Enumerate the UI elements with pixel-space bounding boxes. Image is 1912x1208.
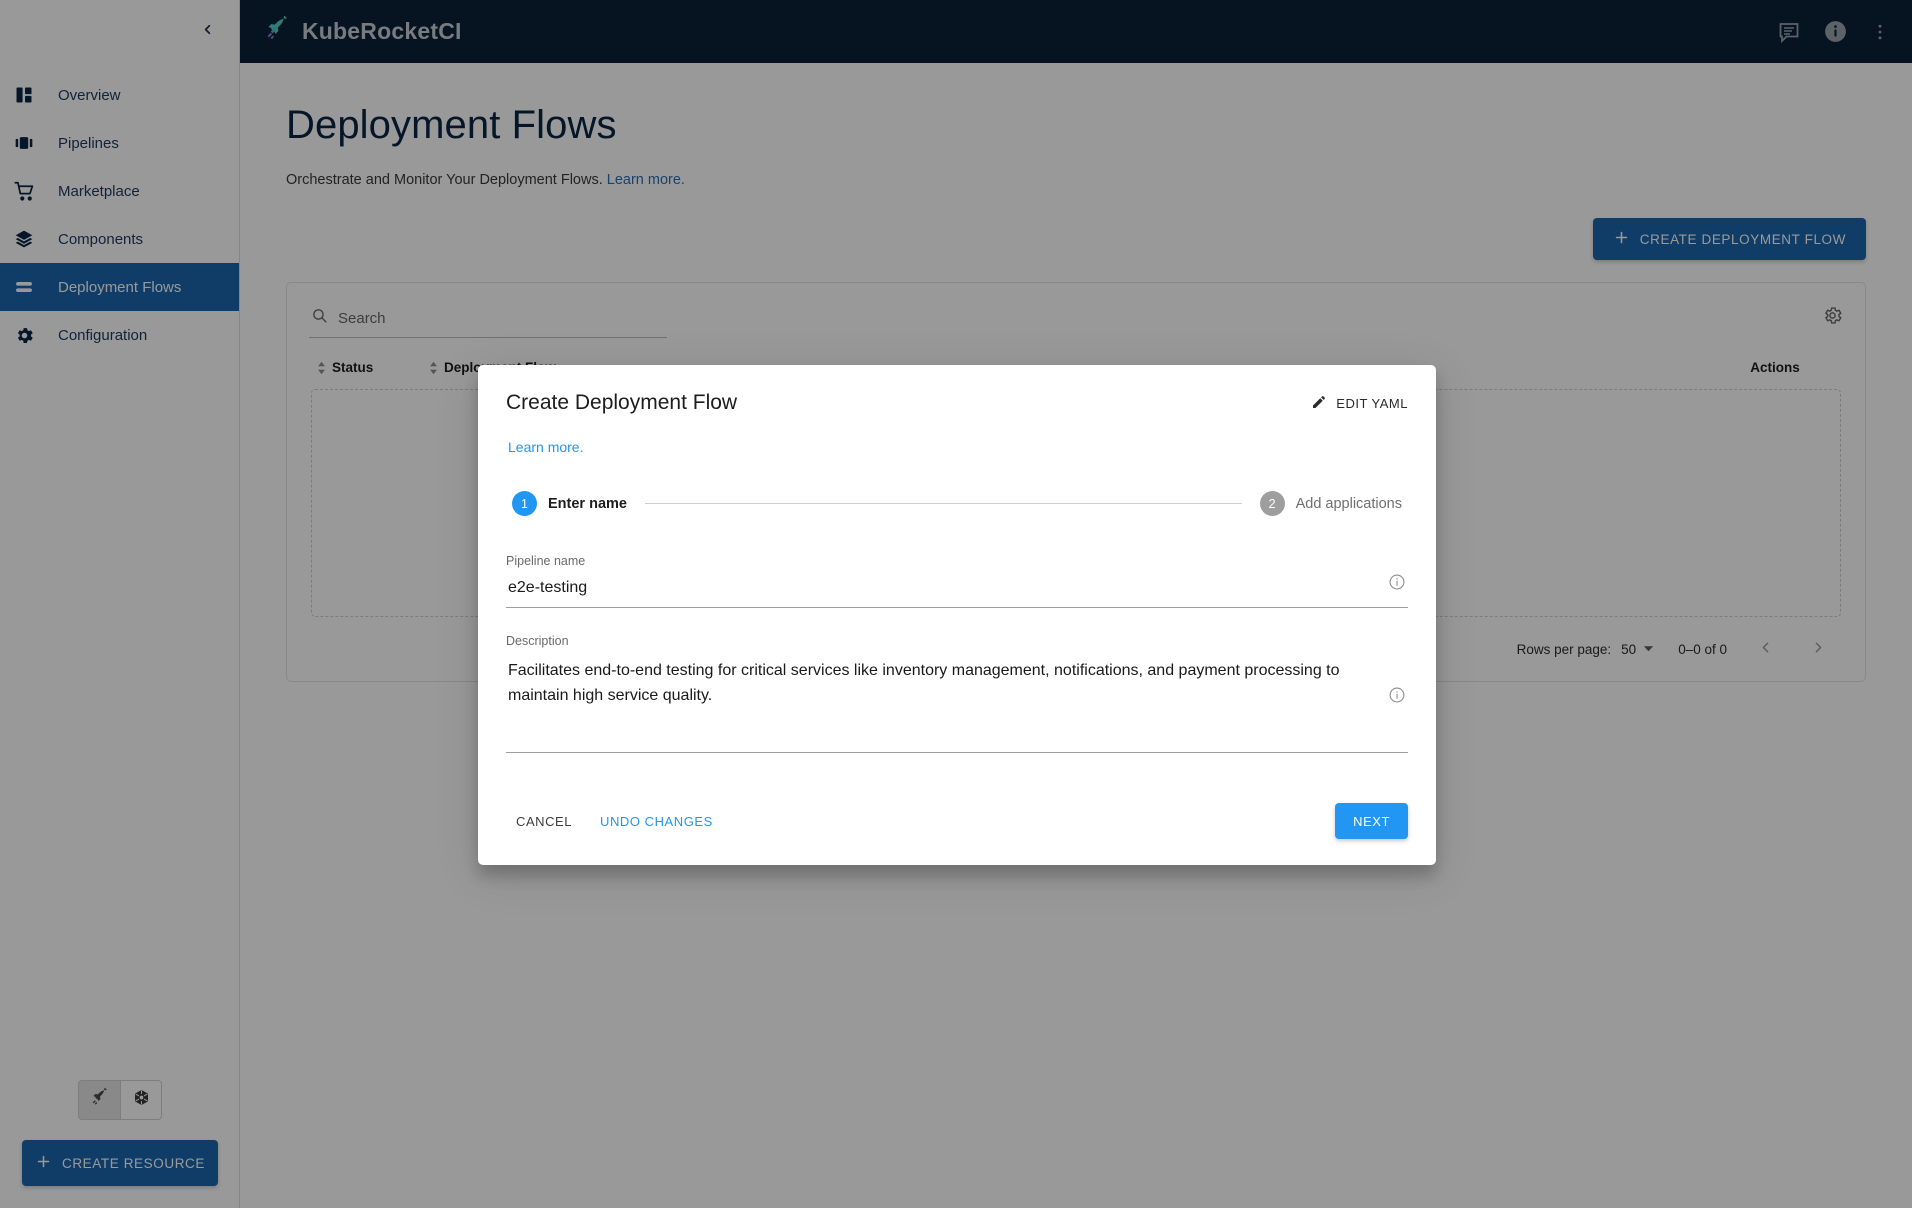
next-button[interactable]: NEXT bbox=[1335, 803, 1408, 839]
stepper-connector bbox=[644, 503, 1242, 504]
dialog-header: Create Deployment Flow EDIT YAML bbox=[478, 365, 1436, 425]
app-root: Overview Pipelines Marketplace Component… bbox=[0, 0, 1912, 1208]
dialog-stepper: 1 Enter name 2 Add applications bbox=[506, 491, 1408, 516]
step-number: 1 bbox=[512, 491, 537, 516]
edit-yaml-label: EDIT YAML bbox=[1336, 395, 1408, 411]
pipeline-name-input[interactable]: e2e-testing bbox=[506, 577, 1408, 608]
stepper-step-add-applications[interactable]: 2 Add applications bbox=[1259, 491, 1402, 516]
create-deployment-flow-dialog: Create Deployment Flow EDIT YAML Learn m… bbox=[478, 365, 1436, 865]
cancel-button[interactable]: CANCEL bbox=[506, 806, 582, 837]
step-label: Add applications bbox=[1295, 495, 1402, 512]
dialog-title: Create Deployment Flow bbox=[506, 391, 738, 414]
info-icon[interactable] bbox=[1388, 686, 1406, 709]
pipeline-name-field: Pipeline name e2e-testing bbox=[506, 554, 1408, 608]
info-icon[interactable] bbox=[1388, 573, 1406, 596]
dialog-learn-more-link[interactable]: Learn more. bbox=[508, 439, 583, 455]
dialog-footer: CANCEL UNDO CHANGES NEXT bbox=[478, 779, 1436, 865]
pencil-icon bbox=[1311, 394, 1327, 413]
dialog-body: Learn more. 1 Enter name 2 Add applicati… bbox=[478, 425, 1436, 753]
description-field: Description Facilitates end-to-end testi… bbox=[506, 634, 1408, 753]
dialog-learn-more: Learn more. bbox=[508, 439, 1408, 455]
step-label: Enter name bbox=[548, 495, 627, 512]
description-label: Description bbox=[506, 634, 569, 648]
pipeline-name-label: Pipeline name bbox=[506, 554, 586, 568]
description-input[interactable]: Facilitates end-to-end testing for criti… bbox=[506, 657, 1408, 753]
undo-changes-button[interactable]: UNDO CHANGES bbox=[590, 806, 723, 837]
step-number: 2 bbox=[1259, 491, 1285, 516]
edit-yaml-button[interactable]: EDIT YAML bbox=[1311, 394, 1408, 413]
stepper-step-enter-name[interactable]: 1 Enter name bbox=[512, 491, 627, 516]
